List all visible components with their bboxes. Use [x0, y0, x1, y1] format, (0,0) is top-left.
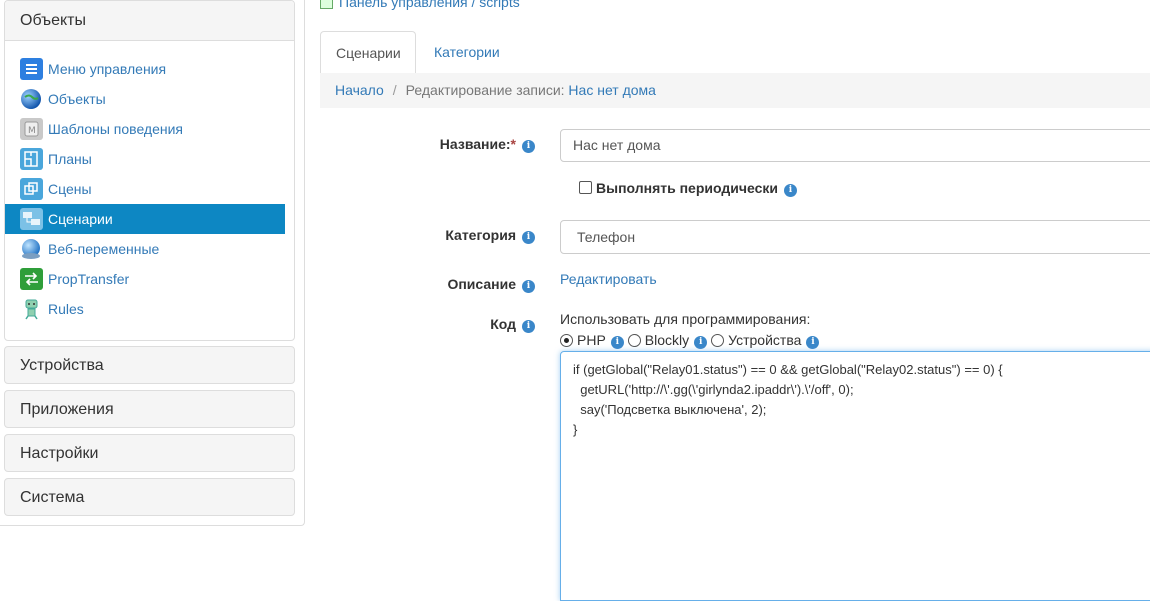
periodic-label[interactable]: Выполнять периодически: [596, 180, 778, 196]
sidebar-item-label: Шаблоны поведения: [48, 121, 184, 137]
sidebar-item-proptransfer[interactable]: PropTransfer: [5, 264, 285, 294]
settings-panel[interactable]: Настройки: [4, 434, 295, 472]
code-label-row: Код i: [330, 316, 535, 333]
breadcrumb-edit-label: Редактирование записи:: [405, 82, 565, 98]
sidebar-item-scripts[interactable]: Сценарии: [5, 204, 285, 234]
breadcrumb-record-link[interactable]: Нас нет дома: [568, 82, 656, 98]
svg-text:M: M: [28, 126, 36, 136]
sidebar-item-control-menu[interactable]: Меню управления: [5, 54, 285, 84]
system-panel[interactable]: Система: [4, 478, 295, 516]
menu-icon: [20, 58, 43, 80]
use-for-programming-label: Использовать для программирования:: [560, 311, 811, 327]
description-label-row: Описание i: [330, 276, 535, 293]
floorplan-icon: [20, 148, 43, 170]
sidebar-item-label: Объекты: [48, 91, 106, 107]
robot-icon: [20, 298, 43, 320]
code-mode-radios: PHP i Blockly i Устройства i: [560, 332, 820, 349]
devices-panel-title[interactable]: Устройства: [5, 347, 294, 385]
objects-nav-list: Меню управления Объекты M Шаблоны поведе…: [5, 54, 285, 324]
periodic-info-icon[interactable]: i: [784, 184, 797, 197]
breadcrumb-home-link[interactable]: Начало: [335, 82, 384, 98]
tab-categories[interactable]: Категории: [419, 31, 515, 74]
scenes-icon: [20, 178, 43, 200]
apps-panel-title[interactable]: Приложения: [5, 391, 294, 429]
sidebar-item-label: Планы: [48, 151, 92, 167]
php-radio-label[interactable]: PHP: [577, 332, 606, 348]
blockly-radio-label[interactable]: Blockly: [645, 332, 689, 348]
template-icon: M: [20, 118, 43, 140]
apps-panel[interactable]: Приложения: [4, 390, 295, 428]
required-mark: *: [510, 136, 516, 152]
scripts-icon: [20, 208, 43, 230]
code-info-icon[interactable]: i: [522, 320, 535, 333]
sidebar-item-label: Rules: [48, 301, 84, 317]
devices-radio-label[interactable]: Устройства: [728, 332, 801, 348]
devices-info-icon[interactable]: i: [806, 336, 820, 349]
description-edit-link[interactable]: Редактировать: [560, 271, 657, 287]
sidebar-item-label: PropTransfer: [48, 271, 130, 287]
sidebar-item-label: Меню управления: [48, 61, 167, 77]
category-label-row: Категория i: [330, 227, 535, 244]
sidebar-item-web-variables[interactable]: Веб-переменные: [5, 234, 285, 264]
tab-bar: Сценарии Категории: [320, 31, 1150, 74]
name-info-icon[interactable]: i: [522, 140, 535, 153]
sidebar-item-objects[interactable]: Объекты: [5, 84, 285, 114]
description-info-icon[interactable]: i: [522, 280, 535, 293]
php-radio[interactable]: [560, 334, 573, 347]
php-info-icon[interactable]: i: [610, 336, 624, 349]
sidebar: Объекты Меню управления Объекты M Шаблон…: [0, 0, 305, 526]
file-icon: [320, 0, 333, 10]
code-editor[interactable]: if (getGlobal("Relay01.status") == 0 && …: [560, 351, 1150, 601]
top-breadcrumb-text[interactable]: Панель управления / scripts: [339, 0, 520, 10]
sidebar-item-plans[interactable]: Планы: [5, 144, 285, 174]
periodic-row: Выполнять периодически i: [579, 180, 797, 197]
sidebar-item-behavior-templates[interactable]: M Шаблоны поведения: [5, 114, 285, 144]
transfer-icon: [20, 268, 43, 290]
name-label-row: Название:* i: [330, 136, 535, 153]
blockly-radio[interactable]: [627, 334, 641, 347]
name-label: Название:: [439, 136, 511, 152]
category-select[interactable]: Телефон: [560, 220, 1150, 254]
category-label: Категория: [445, 227, 516, 243]
devices-radio[interactable]: [711, 334, 725, 347]
sidebar-item-label: Сценарии: [48, 211, 113, 227]
globe-icon: [20, 88, 43, 110]
settings-panel-title[interactable]: Настройки: [5, 435, 294, 473]
system-panel-title[interactable]: Система: [5, 479, 294, 517]
devices-panel[interactable]: Устройства: [4, 346, 295, 384]
sidebar-item-scenes[interactable]: Сцены: [5, 174, 285, 204]
sidebar-item-label: Сцены: [48, 181, 92, 197]
top-breadcrumb[interactable]: Панель управления / scripts: [320, 0, 520, 10]
category-info-icon[interactable]: i: [522, 231, 535, 244]
tab-scripts[interactable]: Сценарии: [320, 31, 416, 74]
breadcrumb-separator: /: [392, 82, 397, 98]
blockly-info-icon[interactable]: i: [694, 336, 708, 349]
periodic-checkbox[interactable]: [579, 181, 592, 194]
sidebar-item-rules[interactable]: Rules: [5, 294, 285, 324]
sidebar-item-label: Веб-переменные: [48, 241, 160, 257]
description-label: Описание: [447, 276, 516, 292]
name-input[interactable]: Нас нет дома: [560, 129, 1150, 162]
web-globe-icon: [20, 238, 43, 260]
breadcrumb: Начало / Редактирование записи: Нас нет до…: [320, 73, 1150, 108]
code-label: Код: [490, 316, 516, 332]
objects-panel-title[interactable]: Объекты: [5, 1, 294, 41]
